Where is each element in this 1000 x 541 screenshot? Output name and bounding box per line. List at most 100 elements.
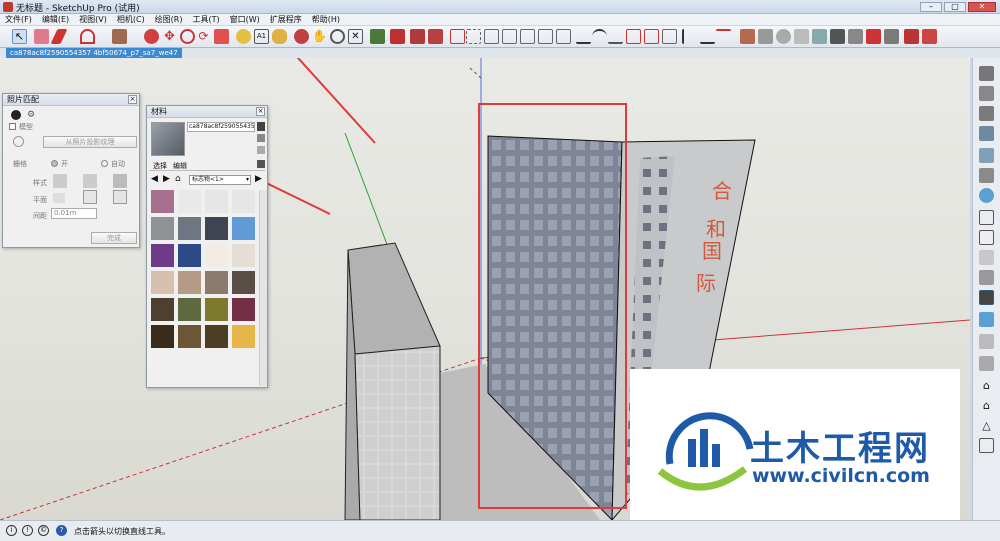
material-swatch[interactable] — [151, 217, 174, 240]
material-swatch[interactable] — [178, 325, 201, 348]
grid-on-radio[interactable] — [51, 160, 58, 167]
material-swatch[interactable] — [232, 217, 255, 240]
plane-icon-2[interactable] — [83, 190, 97, 204]
library-dropdown[interactable]: 标志物<1> ▾ — [189, 175, 251, 185]
outline-icon[interactable] — [979, 334, 994, 349]
3d-warehouse-icon[interactable] — [370, 29, 385, 44]
components-icon[interactable] — [390, 29, 405, 44]
ruby-console-icon[interactable] — [922, 29, 937, 44]
back-view-icon[interactable] — [979, 148, 994, 163]
paint-bucket-icon[interactable] — [272, 29, 287, 44]
shadow-icon[interactable] — [830, 29, 845, 44]
line-icon[interactable] — [576, 29, 591, 44]
outliner-icon[interactable] — [884, 29, 899, 44]
add-photo-icon[interactable] — [11, 110, 21, 120]
orbit-tool-icon[interactable] — [294, 29, 309, 44]
menu-edit[interactable]: 编辑(E) — [37, 14, 74, 26]
spacing-input[interactable]: 0.01m — [51, 208, 97, 219]
eyedropper-icon[interactable] — [257, 160, 265, 168]
close-icon[interactable]: × — [128, 95, 137, 104]
offset-icon[interactable] — [644, 29, 659, 44]
stamp-icon[interactable] — [484, 29, 499, 44]
material-swatch[interactable] — [178, 217, 201, 240]
sandbox-grid-icon[interactable] — [466, 29, 481, 44]
style-icon-1[interactable] — [53, 174, 67, 188]
pencil-tool-icon[interactable] — [50, 29, 68, 44]
intersect-icon[interactable] — [662, 29, 677, 44]
position-camera-icon[interactable] — [794, 29, 809, 44]
drape-icon[interactable] — [502, 29, 517, 44]
material-swatch[interactable] — [178, 190, 201, 213]
geo-icon[interactable]: ! — [22, 525, 33, 536]
shaded-texture-icon[interactable] — [979, 270, 994, 285]
polygon-icon[interactable] — [626, 29, 641, 44]
credits-icon[interactable]: © — [38, 525, 49, 536]
left-view-icon[interactable] — [979, 168, 994, 183]
shaded-icon[interactable] — [979, 250, 994, 265]
walk-icon[interactable] — [758, 29, 773, 44]
material-swatch[interactable] — [205, 217, 228, 240]
close-button[interactable]: ✕ — [968, 2, 996, 12]
iso-view-icon[interactable] — [979, 66, 994, 81]
iso-view-icon[interactable] — [812, 29, 827, 44]
details-arrow-icon[interactable]: ▶ — [255, 174, 262, 184]
zoom-extents-icon[interactable]: ✕ — [348, 29, 363, 44]
freehand-icon[interactable] — [608, 29, 623, 44]
material-name-field[interactable]: ca878ac8f2590554357 — [187, 122, 255, 132]
zoom-tool-icon[interactable] — [330, 29, 345, 44]
add-detail-icon[interactable] — [538, 29, 553, 44]
rotate-tool-icon[interactable] — [180, 29, 195, 44]
model-checkbox[interactable] — [9, 123, 16, 130]
fog-icon[interactable] — [848, 29, 863, 44]
settings-icon[interactable]: ⚙ — [27, 110, 35, 120]
material-swatch[interactable] — [151, 244, 174, 267]
material-swatch[interactable] — [232, 271, 255, 294]
move-tool-icon[interactable]: ✥ — [162, 29, 177, 44]
protractor-icon[interactable] — [716, 29, 731, 44]
roof-icon[interactable]: △ — [979, 418, 994, 433]
pushpull-tool-icon[interactable] — [144, 29, 159, 44]
hidden-line-icon[interactable] — [979, 230, 994, 245]
house-outline-icon[interactable]: ⌂ — [979, 398, 994, 413]
text-tool-icon[interactable]: A1 — [254, 29, 269, 44]
sample-paint-icon[interactable] — [257, 146, 265, 154]
section-cut-icon[interactable] — [979, 356, 994, 371]
material-swatch[interactable] — [205, 325, 228, 348]
layout-icon[interactable] — [428, 29, 443, 44]
dimension-icon[interactable] — [700, 29, 715, 44]
material-swatch[interactable] — [178, 244, 201, 267]
front-view-icon[interactable] — [979, 106, 994, 121]
flip-edge-icon[interactable] — [556, 29, 571, 44]
material-swatch[interactable] — [232, 325, 255, 348]
follow-me-icon[interactable]: ⟳ — [196, 29, 211, 44]
scale-tool-icon[interactable] — [214, 29, 229, 44]
layer-icon[interactable] — [979, 312, 994, 327]
help-icon[interactable]: ? — [56, 525, 67, 536]
material-swatch[interactable] — [151, 271, 174, 294]
arc-tool-icon[interactable] — [80, 29, 95, 44]
close-icon[interactable]: × — [256, 107, 265, 116]
menu-tools[interactable]: 工具(T) — [188, 14, 225, 26]
xray-icon[interactable] — [979, 188, 994, 203]
rectangle-tool-icon[interactable] — [112, 29, 127, 44]
match-photo-icon[interactable] — [866, 29, 881, 44]
menu-draw[interactable]: 绘图(R) — [150, 14, 188, 26]
menu-window[interactable]: 窗口(W) — [225, 14, 265, 26]
wireframe-icon[interactable] — [979, 210, 994, 225]
default-material-icon[interactable] — [257, 134, 265, 142]
menu-extensions[interactable]: 扩展程序 — [265, 14, 307, 26]
pan-tool-icon[interactable]: ✋ — [312, 29, 327, 44]
plane-icon-1[interactable] — [53, 193, 65, 203]
menu-view[interactable]: 视图(V) — [74, 14, 112, 26]
right-view-icon[interactable] — [979, 126, 994, 141]
swatch-scrollbar[interactable] — [259, 190, 267, 386]
style-icon-3[interactable] — [113, 174, 127, 188]
top-view-icon[interactable] — [979, 86, 994, 101]
material-swatch[interactable] — [205, 271, 228, 294]
material-swatch[interactable] — [205, 298, 228, 321]
back-arrow-icon[interactable]: ◀ — [151, 174, 158, 184]
extension-warehouse-icon[interactable] — [410, 29, 425, 44]
material-swatch[interactable] — [232, 244, 255, 267]
dynamic-components-icon[interactable] — [904, 29, 919, 44]
create-material-icon[interactable] — [257, 122, 265, 131]
